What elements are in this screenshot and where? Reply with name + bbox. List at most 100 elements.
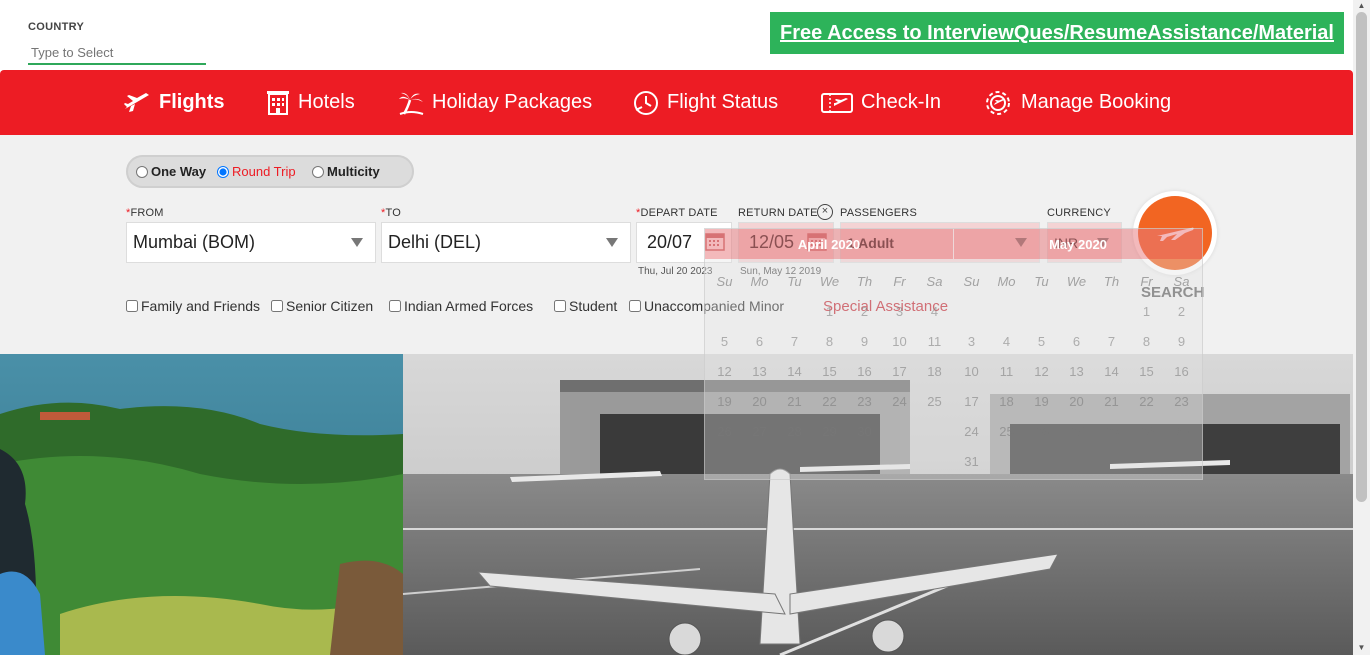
calendar-day[interactable]: 11 <box>917 327 952 357</box>
calendar-day[interactable]: 28 <box>1094 417 1129 447</box>
calendar-day[interactable]: 23 <box>1164 387 1199 417</box>
calendar-day[interactable]: 30 <box>847 417 882 447</box>
calendar-day[interactable]: 21 <box>777 387 812 417</box>
weekday-label: Tu <box>787 274 802 289</box>
radio-round-trip[interactable]: Round Trip <box>217 164 296 179</box>
calendar-empty-cell <box>917 417 952 447</box>
checkbox-family-friends-input[interactable] <box>126 300 138 312</box>
calendar-day[interactable]: 18 <box>989 387 1024 417</box>
country-input[interactable] <box>28 41 206 65</box>
calendar-day[interactable]: 19 <box>1024 387 1059 417</box>
calendar-day[interactable]: 29 <box>1129 417 1164 447</box>
weekday-label: Mo <box>750 274 769 289</box>
calendar-day[interactable]: 7 <box>1094 327 1129 357</box>
checkbox-armed-forces-input[interactable] <box>389 300 401 312</box>
calendar-day[interactable]: 24 <box>882 387 917 417</box>
radio-round-trip-label: Round Trip <box>232 164 296 179</box>
calendar-day[interactable]: 24 <box>954 417 989 447</box>
to-select[interactable]: Delhi (DEL) <box>381 222 631 263</box>
calendar-day[interactable]: 27 <box>742 417 777 447</box>
main-nav: Flights Hotels Holiday Packages Flight S… <box>0 70 1353 135</box>
checkbox-unaccompanied-minor-input[interactable] <box>629 300 641 312</box>
calendar-day[interactable]: 19 <box>707 387 742 417</box>
scroll-down-arrow-icon[interactable]: ▼ <box>1356 643 1367 653</box>
calendar-day[interactable]: 17 <box>882 357 917 387</box>
calendar-day[interactable]: 1 <box>1129 297 1164 327</box>
checkbox-senior-citizen[interactable]: Senior Citizen <box>271 298 373 314</box>
calendar-day[interactable]: 29 <box>812 417 847 447</box>
checkbox-student-input[interactable] <box>554 300 566 312</box>
checkbox-family-friends[interactable]: Family and Friends <box>126 298 260 314</box>
nav-flights[interactable]: Flights <box>123 70 225 135</box>
radio-one-way[interactable]: One Way <box>136 164 206 179</box>
checkbox-student[interactable]: Student <box>554 298 617 314</box>
scroll-thumb[interactable] <box>1356 12 1367 502</box>
calendar-day[interactable]: 20 <box>1059 387 1094 417</box>
datepicker-grid-right: Su Mo Tu We Th Fr Sa 1 2 3 4 5 6 7 8 9 10 11 12 13 14 15 16 17 1… <box>954 267 1199 477</box>
calendar-day[interactable]: 7 <box>777 327 812 357</box>
calendar-day[interactable]: 2 <box>1164 297 1199 327</box>
calendar-day[interactable]: 5 <box>707 327 742 357</box>
calendar-empty-cell <box>777 297 812 327</box>
calendar-day[interactable]: 27 <box>1059 417 1094 447</box>
calendar-day[interactable]: 13 <box>1059 357 1094 387</box>
radio-multicity[interactable]: Multicity <box>312 164 380 179</box>
nav-check-in[interactable]: Check-In <box>821 70 941 135</box>
calendar-day[interactable]: 15 <box>1129 357 1164 387</box>
checkbox-senior-citizen-input[interactable] <box>271 300 283 312</box>
calendar-day[interactable]: 16 <box>847 357 882 387</box>
calendar-day[interactable]: 26 <box>1024 417 1059 447</box>
calendar-day[interactable]: 4 <box>917 297 952 327</box>
calendar-day[interactable]: 16 <box>1164 357 1199 387</box>
plane-icon <box>124 92 149 112</box>
calendar-day[interactable]: 12 <box>1024 357 1059 387</box>
calendar-day[interactable]: 30 <box>1164 417 1199 447</box>
calendar-day[interactable]: 14 <box>777 357 812 387</box>
calendar-day[interactable]: 22 <box>1129 387 1164 417</box>
radio-round-trip-input[interactable] <box>217 165 229 178</box>
calendar-day[interactable]: 23 <box>847 387 882 417</box>
calendar-day[interactable]: 8 <box>812 327 847 357</box>
calendar-day[interactable]: 4 <box>989 327 1024 357</box>
calendar-day[interactable]: 14 <box>1094 357 1129 387</box>
nav-hotels[interactable]: Hotels <box>266 70 355 135</box>
calendar-day[interactable]: 9 <box>847 327 882 357</box>
calendar-day[interactable]: 1 <box>812 297 847 327</box>
radio-multicity-input[interactable] <box>312 165 324 178</box>
calendar-day[interactable]: 20 <box>742 387 777 417</box>
calendar-day[interactable]: 18 <box>917 357 952 387</box>
scroll-up-arrow-icon[interactable]: ▲ <box>1356 1 1367 11</box>
calendar-empty-cell <box>742 297 777 327</box>
radio-one-way-input[interactable] <box>136 165 148 178</box>
calendar-day[interactable]: 12 <box>707 357 742 387</box>
calendar-day[interactable]: 26 <box>707 417 742 447</box>
checkbox-armed-forces[interactable]: Indian Armed Forces <box>389 298 533 314</box>
promo-link[interactable]: Free Access to InterviewQues/ResumeAssis… <box>780 22 1334 45</box>
clear-return-date-icon[interactable]: × <box>817 204 833 220</box>
calendar-day[interactable]: 3 <box>882 297 917 327</box>
calendar-day[interactable]: 22 <box>812 387 847 417</box>
nav-holiday-packages[interactable]: Holiday Packages <box>398 70 592 135</box>
from-select[interactable]: Mumbai (BOM) <box>126 222 376 263</box>
calendar-day[interactable]: 8 <box>1129 327 1164 357</box>
calendar-day[interactable]: 25 <box>917 387 952 417</box>
calendar-day[interactable]: 10 <box>882 327 917 357</box>
calendar-day[interactable]: 6 <box>1059 327 1094 357</box>
calendar-day[interactable]: 3 <box>954 327 989 357</box>
nav-flight-status[interactable]: Flight Status <box>633 70 778 135</box>
calendar-day[interactable]: 21 <box>1094 387 1129 417</box>
calendar-day[interactable]: 9 <box>1164 327 1199 357</box>
calendar-day[interactable]: 25 <box>989 417 1024 447</box>
calendar-day[interactable]: 28 <box>777 417 812 447</box>
calendar-day[interactable]: 5 <box>1024 327 1059 357</box>
calendar-day[interactable]: 15 <box>812 357 847 387</box>
nav-manage-booking[interactable]: Manage Booking <box>985 70 1171 135</box>
calendar-day[interactable]: 17 <box>954 387 989 417</box>
calendar-day[interactable]: 13 <box>742 357 777 387</box>
calendar-day[interactable]: 10 <box>954 357 989 387</box>
calendar-day[interactable]: 2 <box>847 297 882 327</box>
calendar-day[interactable]: 6 <box>742 327 777 357</box>
calendar-day[interactable]: 11 <box>989 357 1024 387</box>
calendar-day[interactable]: 31 <box>954 447 989 477</box>
promo-banner[interactable]: Free Access to InterviewQues/ResumeAssis… <box>770 12 1344 54</box>
